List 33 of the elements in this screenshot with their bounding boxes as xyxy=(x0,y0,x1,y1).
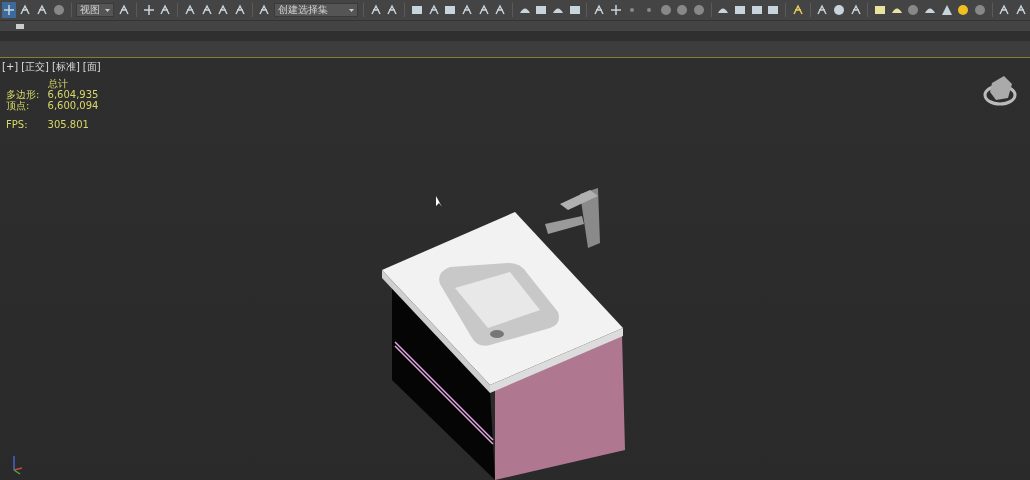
stats-value: 6,600,094 xyxy=(47,100,100,111)
stats-title: 总计 xyxy=(47,78,69,89)
cone-icon xyxy=(940,4,953,16)
caret-icon xyxy=(349,8,355,12)
toolbar-button[interactable] xyxy=(141,2,156,18)
viewcube-icon[interactable] xyxy=(983,76,1017,106)
sphere-icon xyxy=(973,4,986,16)
sphere-icon xyxy=(692,4,705,16)
fps-label: FPS: xyxy=(6,119,29,130)
selection-set-dropdown[interactable]: 创建选择集 xyxy=(274,3,359,17)
viewport-label[interactable]: [标准] xyxy=(52,61,80,72)
axis-gizmo-icon xyxy=(13,455,23,475)
sun-icon xyxy=(957,4,970,16)
viewport-label[interactable]: [正交] xyxy=(21,61,49,72)
move-icon xyxy=(2,4,15,16)
stats-value: 6,604,935 xyxy=(47,89,100,100)
faucet-drawing xyxy=(545,188,600,248)
viewport-label[interactable]: [面] xyxy=(82,61,101,72)
viewport-label[interactable]: [+] xyxy=(2,61,19,72)
plus-icon xyxy=(609,4,622,16)
cursor-icon xyxy=(436,196,442,207)
crosshair-icon xyxy=(142,4,155,16)
stats-label: 多边形: xyxy=(6,89,41,100)
sphere-icon xyxy=(659,4,672,16)
toolbar-button[interactable] xyxy=(608,2,623,18)
sphere-icon xyxy=(907,4,920,16)
rectangle-icon xyxy=(874,4,887,16)
sphere-icon xyxy=(676,4,689,16)
stats-label: 顶点: xyxy=(6,100,31,111)
view-dropdown[interactable]: 视图 xyxy=(76,3,115,17)
caret-icon xyxy=(105,8,111,12)
toolbar-button[interactable] xyxy=(956,2,971,18)
fps-value: 305.801 xyxy=(47,119,90,130)
